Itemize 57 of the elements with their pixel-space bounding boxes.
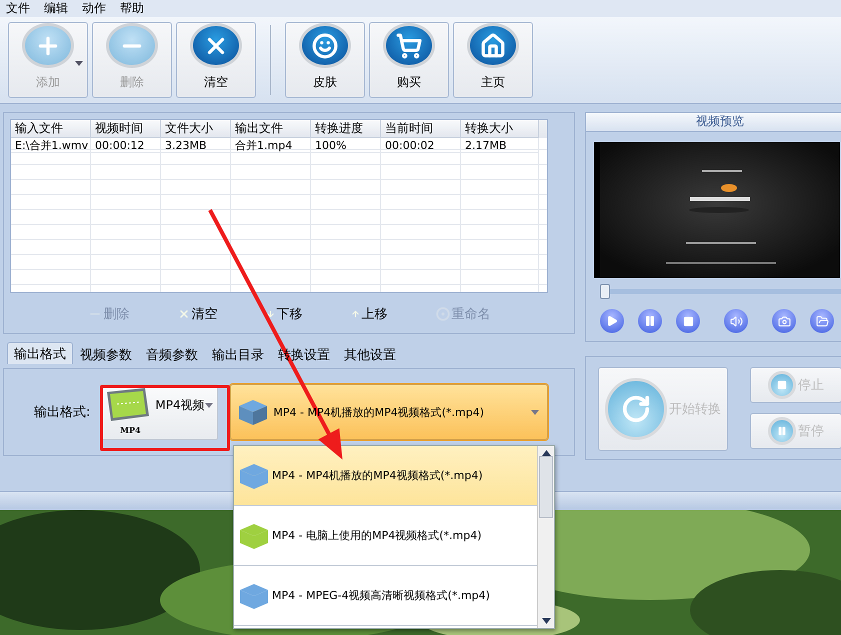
speaker-icon — [730, 314, 742, 328]
column-header[interactable]: 文件大小 — [161, 120, 231, 138]
up-arrow-icon[interactable] — [542, 450, 550, 456]
dropdown-option[interactable]: MP4 - MPEG-4视频高清晰视频格式(*.mp4) — [234, 566, 537, 626]
camera-button[interactable] — [772, 309, 796, 333]
tab[interactable]: 输出格式 — [7, 342, 73, 364]
toolbar-button[interactable]: 购买 — [369, 22, 449, 98]
list-action-button[interactable]: 上移 — [350, 303, 388, 325]
stop-button[interactable] — [676, 309, 700, 333]
plus-icon — [22, 23, 74, 68]
table-cell: 100% — [311, 138, 381, 153]
tab[interactable]: 其他设置 — [337, 344, 403, 364]
dropdown-option[interactable]: MP4 - MP4机播放的MP4视频格式(*.mp4) — [234, 446, 537, 506]
toolbar-button[interactable]: 清空 — [176, 22, 256, 98]
slider-thumb[interactable] — [600, 284, 610, 299]
field-label: 输出格式: — [34, 404, 90, 421]
column-header[interactable]: 视频时间 — [91, 120, 161, 138]
volume-button[interactable] — [724, 309, 748, 333]
play-icon — [606, 315, 618, 327]
table-cell: 3.23MB — [161, 138, 231, 153]
stop-icon — [682, 316, 694, 326]
column-header[interactable]: 当前时间 — [381, 120, 461, 138]
play-button[interactable] — [600, 309, 624, 333]
menu-item[interactable]: 帮助 — [120, 0, 144, 17]
menu-item[interactable]: 动作 — [82, 0, 106, 17]
table-cell: 合并1.mp4 — [231, 138, 311, 153]
pause-icon — [768, 417, 796, 445]
tab[interactable]: 视频参数 — [73, 344, 139, 364]
tab[interactable]: 音频参数 — [139, 344, 205, 364]
dropdown-option[interactable]: MP4 - 电脑上使用的MP4视频格式(*.mp4) — [234, 506, 537, 566]
scrollbar[interactable] — [537, 446, 554, 628]
toolbar-button[interactable]: 皮肤 — [285, 22, 365, 98]
box-icon — [237, 398, 270, 426]
folder-icon — [816, 314, 828, 328]
list-action-button[interactable]: 清空 — [178, 303, 218, 325]
stop-icon — [768, 371, 796, 399]
table-cell: 00:00:02 — [381, 138, 461, 153]
list-action-button[interactable]: 下移 — [266, 303, 302, 325]
menu-item[interactable]: 文件 — [6, 0, 30, 17]
pause-icon — [644, 315, 656, 327]
column-header[interactable]: 转换大小 — [461, 120, 539, 138]
camera-icon — [778, 314, 790, 328]
column-header[interactable]: 转换进度 — [311, 120, 381, 138]
tab[interactable]: 输出目录 — [205, 344, 271, 364]
toolbar-button[interactable]: 主页 — [453, 22, 533, 98]
down-arrow-icon[interactable] — [542, 618, 550, 624]
menu-item[interactable]: 编辑 — [44, 0, 68, 17]
panel-title: 视频预览 — [586, 113, 841, 132]
table-cell: 00:00:12 — [91, 138, 161, 153]
table-cell: 2.17MB — [461, 138, 539, 153]
screen-icon — [105, 388, 152, 422]
format-selector[interactable]: MP4视频 MP4 — [100, 384, 218, 440]
column-header[interactable]: 输入文件 — [11, 120, 91, 138]
pause-button[interactable] — [638, 309, 662, 333]
folder-button[interactable] — [810, 309, 834, 333]
column-header[interactable]: 输出文件 — [231, 120, 311, 138]
table-cell: E:\合并1.wmv — [11, 138, 91, 153]
